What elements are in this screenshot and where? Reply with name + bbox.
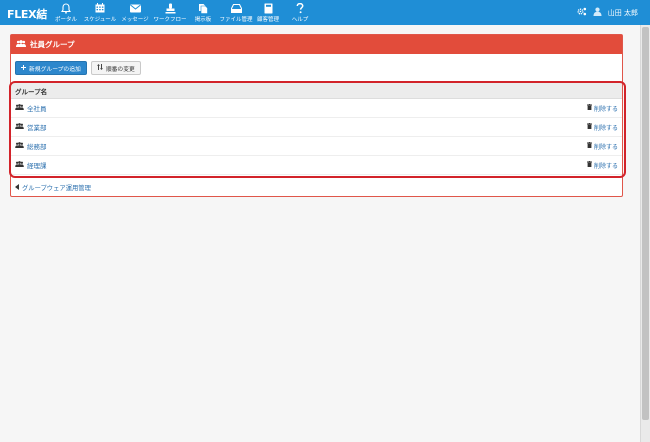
add-group-button[interactable]: 新規グループの追加 — [15, 61, 87, 75]
nav-file-management[interactable]: ファイル管理 — [218, 0, 254, 25]
panel-title: 社員グループ — [30, 40, 75, 49]
user-icon[interactable] — [593, 7, 602, 18]
nav-label: ヘルプ — [291, 17, 309, 23]
change-order-button[interactable]: 順番の変更 — [90, 61, 141, 75]
cogs-icon[interactable] — [577, 7, 587, 18]
panel-header: 社員グループ — [11, 35, 622, 54]
user-area: 山田 太郎 — [577, 7, 638, 18]
envelope-icon — [129, 2, 141, 14]
user-name[interactable]: 山田 太郎 — [608, 8, 638, 18]
groupware-admin-link[interactable]: グループウェア運用管理 — [15, 183, 91, 192]
sort-icon — [96, 64, 103, 72]
calendar-icon — [95, 2, 105, 14]
nav-portal[interactable]: ポータル — [50, 0, 82, 25]
top-navigation-bar: FLEX結 ポータル スケジュール メッセージ ワークフロー 掲示板 ファイル管… — [0, 0, 650, 25]
nav-schedule[interactable]: スケジュール — [82, 0, 118, 25]
panel-toolbar: 新規グループの追加 順番の変更 — [15, 61, 141, 75]
change-order-label: 順番の変更 — [105, 66, 135, 73]
scrollbar-thumb[interactable] — [642, 27, 649, 420]
documents-icon — [198, 2, 208, 14]
question-icon — [296, 2, 304, 14]
users-icon — [16, 40, 26, 49]
nav-workflow[interactable]: ワークフロー — [152, 0, 188, 25]
nav-message[interactable]: メッセージ — [118, 0, 152, 25]
nav-help[interactable]: ヘルプ — [282, 0, 318, 25]
vertical-scrollbar[interactable] — [640, 25, 650, 442]
nav-label: ワークフロー — [153, 17, 187, 23]
stamp-icon — [165, 2, 176, 14]
nav-label: ファイル管理 — [219, 17, 253, 23]
nav-label: メッセージ — [121, 17, 149, 23]
add-group-label: 新規グループの追加 — [29, 66, 81, 73]
main-nav: ポータル スケジュール メッセージ ワークフロー 掲示板 ファイル管理 顧客管理… — [50, 0, 318, 25]
nav-label: スケジュール — [83, 17, 117, 23]
caret-left-icon — [15, 183, 19, 192]
bell-icon — [61, 2, 71, 14]
nav-label: 掲示板 — [194, 17, 212, 23]
groupware-admin-label: グループウェア運用管理 — [22, 185, 91, 192]
highlight-box — [9, 81, 626, 178]
book-icon — [264, 2, 273, 14]
app-logo[interactable]: FLEX結 — [7, 6, 47, 22]
hdd-icon — [230, 2, 242, 14]
nav-label: ポータル — [54, 17, 77, 23]
nav-label: 顧客管理 — [256, 17, 279, 23]
nav-board[interactable]: 掲示板 — [188, 0, 218, 25]
nav-customer-management[interactable]: 顧客管理 — [254, 0, 282, 25]
plus-icon — [21, 64, 26, 72]
